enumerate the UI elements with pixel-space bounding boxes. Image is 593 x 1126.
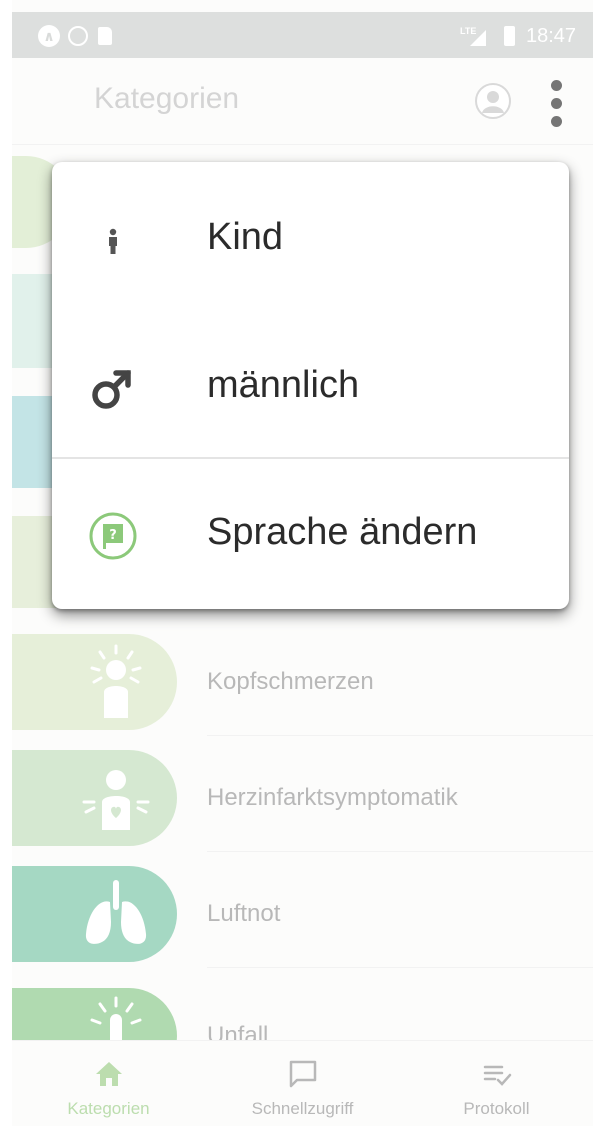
menu-item-sprache-aendern[interactable]: ? Sprache ändern (52, 461, 569, 609)
menu-item-maennlich[interactable]: männlich (52, 314, 569, 462)
app-screen: ∧ LTE 18:47 Kategorien Kopfschmerzen Her… (12, 0, 593, 1126)
child-icon (109, 228, 117, 254)
male-icon (92, 370, 131, 409)
menu-item-label: Kind (207, 216, 284, 258)
menu-divider (52, 457, 569, 459)
menu-item-label: männlich (207, 364, 360, 406)
svg-text:?: ? (109, 528, 117, 543)
menu-item-kind[interactable]: Kind (52, 166, 569, 314)
menu-item-label: Sprache ändern (207, 511, 478, 553)
language-flag-icon: ? (89, 512, 137, 560)
options-menu: Kind männlich ? Sprache ändern (52, 162, 569, 609)
